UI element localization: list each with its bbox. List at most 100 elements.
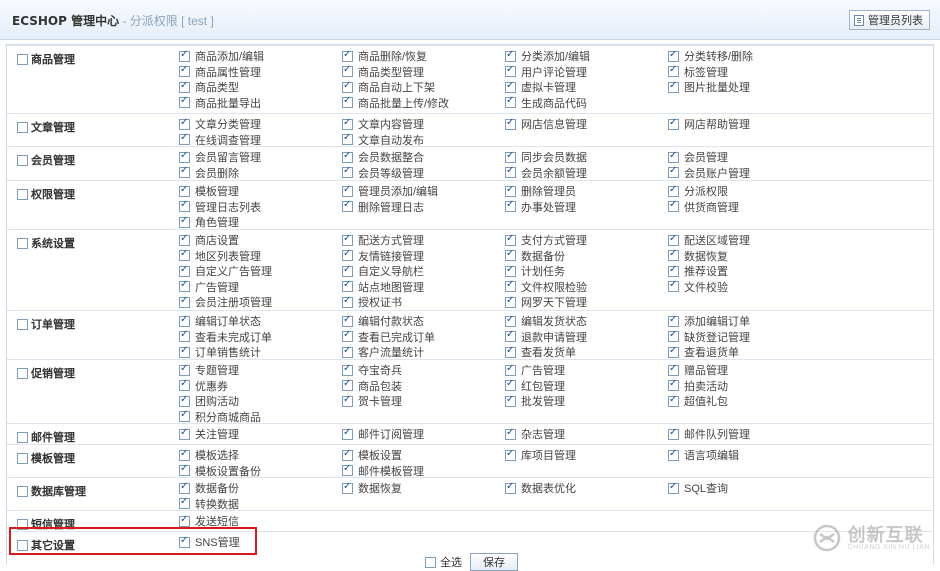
permission-checkbox[interactable] <box>505 184 516 197</box>
permission-item[interactable]: 商品自动上下架 <box>342 80 505 94</box>
permission-checkbox[interactable] <box>179 64 190 78</box>
permission-checkbox[interactable] <box>505 248 516 262</box>
group-checkbox[interactable] <box>17 318 28 330</box>
permission-item[interactable]: 广告管理 <box>505 363 668 377</box>
permission-item[interactable]: 会员注册项管理 <box>179 295 342 309</box>
permission-item[interactable]: 会员管理 <box>668 150 831 164</box>
permission-checkbox[interactable] <box>668 184 679 197</box>
permission-item[interactable]: 商品包装 <box>342 378 505 393</box>
permission-item[interactable]: 分派权限 <box>668 184 831 198</box>
permission-checkbox[interactable] <box>342 279 353 293</box>
permission-item[interactable]: 删除管理员 <box>505 184 668 198</box>
permission-checkbox[interactable] <box>342 295 353 308</box>
permission-item[interactable]: 编辑付款状态 <box>342 314 505 328</box>
group-toggle[interactable]: 权限管理 <box>17 186 75 202</box>
permission-checkbox[interactable] <box>179 49 190 62</box>
permission-item[interactable]: 自定义广告管理 <box>179 264 342 278</box>
permission-checkbox[interactable] <box>179 132 190 146</box>
permission-checkbox[interactable] <box>342 95 353 109</box>
permission-checkbox[interactable] <box>179 427 190 440</box>
permission-checkbox[interactable] <box>179 363 190 376</box>
permission-checkbox[interactable] <box>179 409 190 423</box>
group-checkbox[interactable] <box>17 485 28 497</box>
permission-checkbox[interactable] <box>505 264 516 277</box>
permission-checkbox[interactable] <box>179 215 190 228</box>
permission-item[interactable]: 在线调查管理 <box>179 132 342 147</box>
permission-checkbox[interactable] <box>342 264 353 277</box>
permission-item[interactable]: 商品批量上传/修改 <box>342 95 505 110</box>
permission-item[interactable]: 杂志管理 <box>505 427 668 441</box>
permission-item[interactable]: 模板设置备份 <box>179 463 342 478</box>
permission-item[interactable]: 会员账户管理 <box>668 165 831 180</box>
permission-checkbox[interactable] <box>179 80 190 93</box>
permission-checkbox[interactable] <box>342 363 353 376</box>
permission-checkbox[interactable] <box>342 117 353 130</box>
permission-item[interactable]: 角色管理 <box>179 215 342 229</box>
permission-checkbox[interactable] <box>179 117 190 130</box>
permission-item[interactable]: 分类添加/编辑 <box>505 49 668 63</box>
permission-item[interactable]: 优惠券 <box>179 378 342 393</box>
permission-checkbox[interactable] <box>179 345 190 358</box>
permission-item[interactable]: 商品属性管理 <box>179 64 342 79</box>
permission-item[interactable]: SQL查询 <box>668 481 831 495</box>
permission-item[interactable]: 查看未完成订单 <box>179 329 342 344</box>
permission-checkbox[interactable] <box>342 64 353 78</box>
permission-item[interactable]: 会员等级管理 <box>342 165 505 180</box>
permission-checkbox[interactable] <box>505 95 516 109</box>
permission-checkbox[interactable] <box>505 345 516 358</box>
permission-checkbox[interactable] <box>179 514 190 527</box>
permission-item[interactable]: 缺货登记管理 <box>668 329 831 344</box>
permission-checkbox[interactable] <box>342 233 353 246</box>
permission-item[interactable]: 计划任务 <box>505 264 668 278</box>
permission-checkbox[interactable] <box>179 233 190 246</box>
permission-checkbox[interactable] <box>668 345 679 358</box>
permission-item[interactable]: 贺卡管理 <box>342 394 505 408</box>
admin-list-button[interactable]: 管理员列表 <box>849 10 930 30</box>
permission-checkbox[interactable] <box>179 329 190 343</box>
permission-checkbox[interactable] <box>668 64 679 78</box>
permission-item[interactable]: 商品删除/恢复 <box>342 49 505 63</box>
group-checkbox[interactable] <box>17 237 28 249</box>
permission-checkbox[interactable] <box>179 150 190 163</box>
permission-checkbox[interactable] <box>342 80 353 93</box>
permission-item[interactable]: 站点地图管理 <box>342 279 505 294</box>
permission-checkbox[interactable] <box>505 378 516 392</box>
permission-checkbox[interactable] <box>342 199 353 213</box>
group-toggle[interactable]: 商品管理 <box>17 51 75 67</box>
permission-item[interactable]: 配送区域管理 <box>668 233 831 247</box>
permission-checkbox[interactable] <box>668 448 679 461</box>
permission-checkbox[interactable] <box>179 165 190 179</box>
permission-item[interactable]: 夺宝奇兵 <box>342 363 505 377</box>
permission-item[interactable]: 红包管理 <box>505 378 668 393</box>
permission-checkbox[interactable] <box>668 481 679 494</box>
permission-checkbox[interactable] <box>342 448 353 461</box>
permission-checkbox[interactable] <box>505 233 516 246</box>
permission-checkbox[interactable] <box>668 49 679 62</box>
permission-item[interactable]: 模板选择 <box>179 448 342 462</box>
permission-checkbox[interactable] <box>505 49 516 62</box>
permission-item[interactable]: 查看发货单 <box>505 345 668 359</box>
permission-item[interactable]: 友情链接管理 <box>342 248 505 263</box>
permission-checkbox[interactable] <box>342 345 353 358</box>
permission-item[interactable]: 会员删除 <box>179 165 342 180</box>
permission-item[interactable]: 会员余额管理 <box>505 165 668 180</box>
permission-item[interactable]: 网罗天下管理 <box>505 295 668 309</box>
permission-checkbox[interactable] <box>505 329 516 343</box>
permission-item[interactable]: 分类转移/删除 <box>668 49 831 63</box>
permission-item[interactable]: 专题管理 <box>179 363 342 377</box>
permission-checkbox[interactable] <box>179 95 190 109</box>
group-checkbox[interactable] <box>17 431 28 443</box>
permission-checkbox[interactable] <box>505 199 516 213</box>
permission-item[interactable]: 转换数据 <box>179 496 342 511</box>
permission-checkbox[interactable] <box>505 427 516 440</box>
permission-checkbox[interactable] <box>505 314 516 327</box>
permission-checkbox[interactable] <box>668 279 679 293</box>
permission-item[interactable]: 编辑订单状态 <box>179 314 342 328</box>
permission-item[interactable]: 生成商品代码 <box>505 95 668 110</box>
group-checkbox[interactable] <box>17 53 28 65</box>
permission-item[interactable]: 删除管理日志 <box>342 199 505 214</box>
permission-checkbox[interactable] <box>505 295 516 308</box>
permission-checkbox[interactable] <box>179 184 190 197</box>
permission-checkbox[interactable] <box>179 394 190 407</box>
permission-item[interactable]: 同步会员数据 <box>505 150 668 164</box>
